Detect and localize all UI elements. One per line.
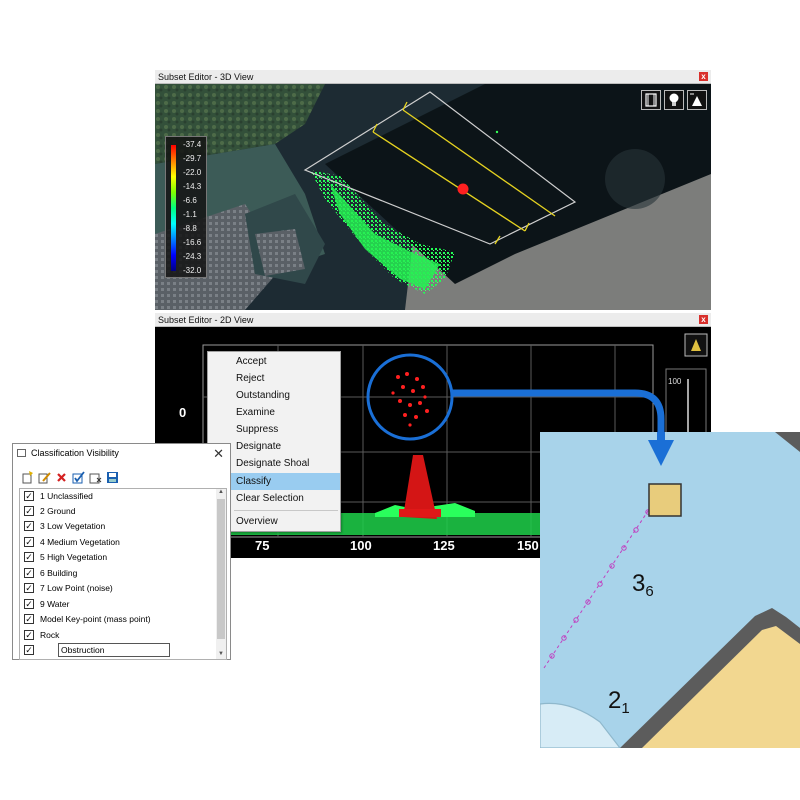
list-item[interactable]: ✓ Rock [22, 628, 214, 643]
legend-value: -22.0 [183, 168, 202, 177]
classification-title: Classification Visibility [31, 448, 119, 458]
legend-value: -6.6 [183, 196, 197, 205]
window-2d-close-button[interactable]: x [699, 315, 708, 324]
list-item[interactable]: ✓ Model Key-point (mass point) [22, 612, 214, 627]
list-item[interactable]: ✓ 9 Water [22, 597, 214, 612]
scroll-down-arrow[interactable]: ▼ [216, 651, 226, 657]
save-classes-icon[interactable] [106, 471, 119, 484]
list-item[interactable]: ✓ 5 High Vegetation [22, 550, 214, 565]
list-item[interactable]: ✓ 2 Ground [22, 504, 214, 519]
x-tick-label: 150 [517, 538, 539, 553]
sounding-label: 21 [608, 687, 630, 717]
menu-item-reject[interactable]: Reject [208, 370, 340, 387]
classification-visibility-window: Classification Visibility ✕ ✓ 1 Unclassif… [12, 443, 231, 660]
obstruction-points-3d [457, 183, 469, 195]
legend-color-bar [171, 145, 176, 271]
checkbox[interactable]: ✓ [24, 614, 34, 624]
legend-value: -24.3 [183, 252, 202, 261]
y-axis-label-zero: 0 [179, 405, 187, 420]
chart-map [540, 432, 800, 748]
scale-label-100: 100 [668, 377, 682, 386]
compass-icon[interactable] [687, 90, 707, 110]
window-3d-close-button[interactable]: x [699, 72, 708, 81]
x-tick-label: 100 [350, 538, 372, 553]
new-class-icon[interactable] [21, 471, 34, 484]
menu-item-accept[interactable]: Accept [208, 353, 340, 370]
sounding-label: 36 [632, 570, 654, 600]
checkbox[interactable]: ✓ [24, 568, 34, 578]
3d-viewport[interactable]: -37.4 -29.7 -22.0 -14.3 -6.6 -1.1 -8.8 -… [155, 84, 711, 310]
list-item[interactable]: ✓ 4 Medium Vegetation [22, 535, 214, 550]
legend-value: -37.4 [183, 140, 202, 149]
checkbox[interactable]: ✓ [24, 552, 34, 562]
film-icon[interactable] [641, 90, 661, 110]
edit-class-icon[interactable] [38, 471, 51, 484]
list-item[interactable]: ✓ 7 Low Point (noise) [22, 581, 214, 596]
list-scrollbar[interactable]: ▲ ▼ [216, 489, 226, 659]
window-2d-titlebar: Subset Editor - 2D View x [155, 313, 711, 327]
scroll-thumb[interactable] [217, 499, 225, 639]
checkbox[interactable]: ✓ [24, 491, 34, 501]
nautical-chart-inset: 36 21 [540, 432, 800, 748]
checkbox[interactable]: ✓ [24, 645, 34, 655]
depth-color-legend: -37.4 -29.7 -22.0 -14.3 -6.6 -1.1 -8.8 -… [165, 136, 207, 278]
legend-value: -1.1 [183, 210, 197, 219]
scroll-up-arrow[interactable]: ▲ [216, 489, 226, 495]
checkbox[interactable]: ✓ [24, 537, 34, 547]
menu-separator [234, 510, 338, 511]
checkbox[interactable]: ✓ [24, 506, 34, 516]
x-tick-label: 125 [433, 538, 455, 553]
legend-value: -29.7 [183, 154, 202, 163]
checkbox[interactable]: ✓ [24, 583, 34, 593]
checkbox[interactable]: ✓ [24, 630, 34, 640]
window-2d-title: Subset Editor - 2D View [158, 315, 254, 325]
legend-value: -14.3 [183, 182, 202, 191]
checkbox[interactable]: ✓ [24, 599, 34, 609]
subset-editor-3d-window: Subset Editor - 3D View x -37.4 -29.7 -2… [155, 70, 711, 310]
checkbox[interactable]: ✓ [24, 521, 34, 531]
menu-item-outstanding[interactable]: Outstanding [208, 387, 340, 404]
menu-item-examine[interactable]: Examine [208, 404, 340, 421]
legend-value: -16.6 [183, 238, 202, 247]
window-3d-title: Subset Editor - 3D View [158, 72, 254, 82]
check-all-icon[interactable] [72, 471, 85, 484]
classification-list: ✓ 1 Unclassified ✓ 2 Ground ✓ 3 Low Vegetat… [19, 488, 227, 660]
list-item[interactable]: ✓ 6 Building [22, 566, 214, 581]
lightbulb-icon[interactable] [664, 90, 684, 110]
uncheck-all-icon[interactable] [89, 471, 102, 484]
obstruction-marker [648, 483, 682, 517]
list-item[interactable]: ✓ 3 Low Vegetation [22, 519, 214, 534]
window-icon [17, 449, 26, 457]
x-tick-label: 75 [255, 538, 270, 553]
classification-close-button[interactable]: ✕ [213, 445, 224, 463]
window-3d-titlebar: Subset Editor - 3D View x [155, 70, 711, 84]
legend-value: -32.0 [183, 266, 202, 275]
classification-titlebar: Classification Visibility ✕ [13, 444, 230, 462]
list-item-editing[interactable]: ✓ Obstruction [22, 643, 214, 658]
class-name-edit-field[interactable]: Obstruction [58, 643, 170, 657]
list-item[interactable]: ✓ 1 Unclassified [22, 489, 214, 504]
delete-class-icon[interactable] [55, 471, 68, 484]
menu-item-suppress[interactable]: Suppress [208, 421, 340, 438]
3d-scene [155, 84, 711, 310]
legend-value: -8.8 [183, 224, 197, 233]
